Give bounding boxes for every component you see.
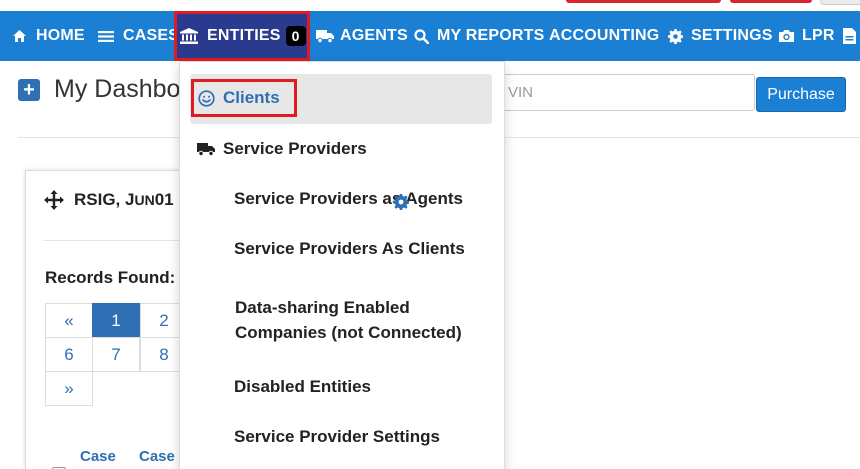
nav-lpr-label: LPR [802,27,835,44]
dropdown-item-service-providers-as-clients[interactable]: Service Providers As Clients [234,239,465,259]
nav-accounting[interactable]: ACCOUNTING [549,11,659,61]
camera-icon [778,29,795,43]
dropdown-item-disabled-entities[interactable]: Disabled Entities [234,377,371,397]
dropdown-item-service-providers-label: Service Providers [223,139,367,158]
pager-prev[interactable]: « [45,303,93,338]
dropdown-item-clients[interactable]: Clients [191,79,297,117]
nav-agents[interactable]: AGENTS [316,11,408,61]
widget-title-main: RSIG, J [74,190,135,209]
move-icon[interactable] [44,190,64,210]
widget-title: RSIG, J UN 01 [44,190,174,210]
truck-icon [197,142,215,156]
pager-next[interactable]: » [45,371,93,406]
nav-cases[interactable]: CASES [98,11,179,61]
top-button-light[interactable] [820,0,860,5]
search-icon [414,28,429,44]
document-icon [843,28,856,44]
widget-title-small: UN [134,192,155,208]
nav-settings[interactable]: SETTINGS [668,11,773,61]
pager-page-7[interactable]: 7 [92,337,140,372]
pager-page-1[interactable]: 1 [92,303,140,338]
dropdown-item-clients-label: Clients [223,88,280,107]
nav-home-label: HOME [36,27,85,44]
loading-gear-icon [393,194,409,210]
dropdown-item-data-sharing-line1: Data-sharing Enabled [235,298,410,317]
nav-agents-label: AGENTS [340,27,408,44]
dropdown-item-service-provider-settings[interactable]: Service Provider Settings [234,427,440,447]
entities-dropdown-menu: Clients Service Providers Service Provid… [179,61,505,469]
nav-home[interactable]: HOME [12,11,85,61]
smile-icon [198,89,215,107]
main-navbar: HOME CASES ENTITIES 0 AGENTS MY REPORTS … [0,11,860,61]
widget-title-rest: 01 [154,190,174,209]
gear-icon [668,28,683,44]
nav-entities-label: ENTITIES [207,27,281,44]
top-strip [0,0,860,11]
top-button-red-2[interactable] [730,0,812,3]
nav-document[interactable] [843,11,860,61]
list-icon [98,30,114,43]
vin-input[interactable] [495,74,755,111]
column-header-case-1[interactable]: Case [80,448,116,465]
truck-icon [316,29,334,43]
nav-my-reports-label: MY REPORTS [437,27,545,44]
nav-entities[interactable]: ENTITIES 0 [174,11,310,61]
dropdown-item-service-providers[interactable]: Service Providers [197,139,367,159]
dropdown-item-data-sharing-enabled[interactable]: Data-sharing Enabled Companies (not Conn… [235,295,462,345]
dropdown-item-service-providers-as-agents[interactable]: Service Providers as Agents [234,189,463,209]
dropdown-item-data-sharing-line2: Companies (not Connected) [235,323,462,342]
column-header-case-2[interactable]: Case [139,448,175,465]
pager-page-6[interactable]: 6 [45,337,93,372]
purchase-button[interactable]: Purchase [756,77,846,112]
nav-my-reports[interactable]: MY REPORTS [414,11,545,61]
records-found-label: Records Found: [45,268,176,287]
nav-cases-label: CASES [123,27,180,44]
top-button-red-1[interactable] [566,0,721,3]
nav-accounting-label: ACCOUNTING [549,27,660,44]
home-icon [12,29,27,43]
entities-count-badge: 0 [285,26,306,46]
bank-icon [180,28,198,44]
nav-lpr[interactable]: LPR [778,11,835,61]
nav-settings-label: SETTINGS [691,27,773,44]
add-widget-icon[interactable]: + [18,78,40,101]
